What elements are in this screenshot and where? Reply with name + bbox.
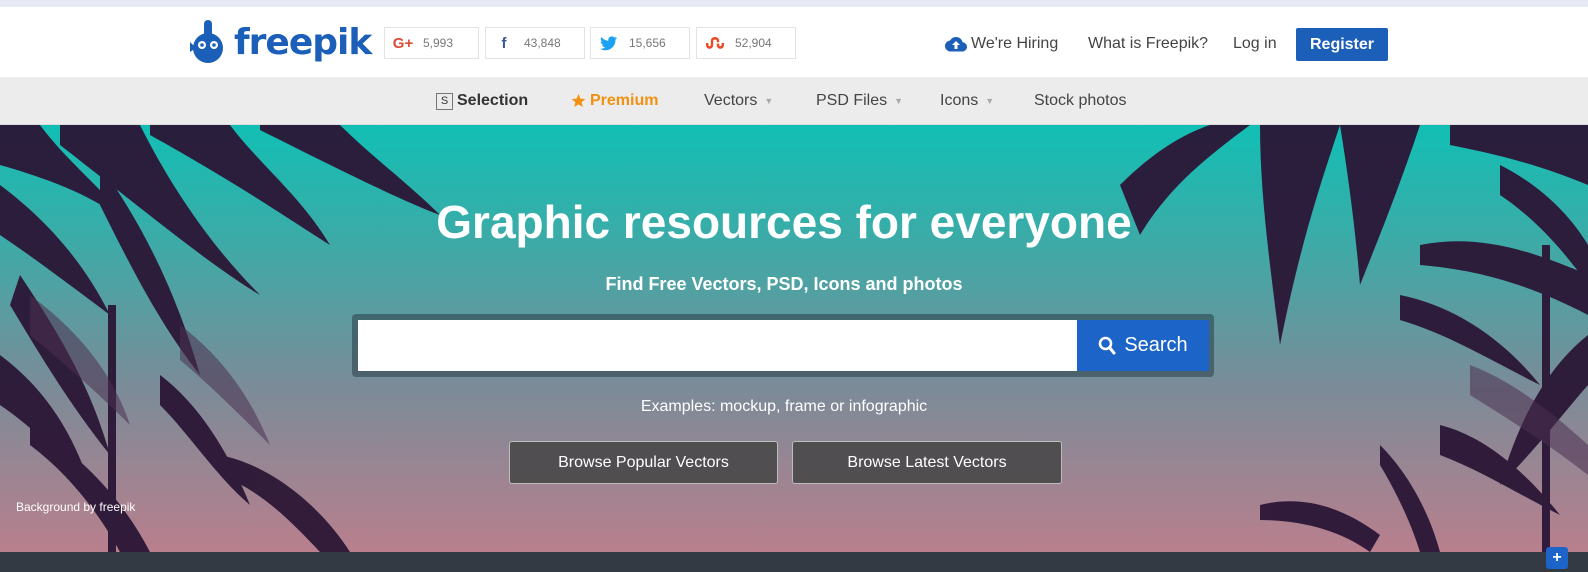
main-nav: S Selection Premium Vectors ▼ PSD Files … (0, 77, 1588, 125)
nav-psd-files[interactable]: PSD Files ▼ (816, 91, 903, 111)
freepik-logo[interactable]: freepik (184, 20, 372, 66)
hiring-label: We're Hiring (971, 35, 1059, 52)
logo-text: freepik (234, 22, 372, 63)
nav-vectors[interactable]: Vectors ▼ (704, 91, 773, 111)
chevron-down-icon: ▼ (764, 96, 774, 106)
share-facebook[interactable]: f 43,848 (485, 27, 585, 59)
what-is-freepik-link[interactable]: What is Freepik? (1088, 33, 1208, 55)
nav-vectors-label: Vectors (704, 92, 758, 109)
chevron-down-icon: ▼ (894, 96, 904, 106)
top-strip (0, 0, 1588, 7)
hero-banner: Graphic resources for everyone Find Free… (0, 125, 1588, 552)
search-input[interactable] (358, 320, 1077, 371)
nav-premium[interactable]: Premium (571, 91, 658, 111)
share-twitter[interactable]: 15,656 (590, 27, 690, 59)
search-button-label: Search (1124, 334, 1188, 356)
google-plus-icon: G+ (392, 34, 414, 52)
chevron-down-icon: ▼ (985, 96, 995, 106)
stumbleupon-count: 52,904 (735, 36, 772, 50)
search-examples: Examples: mockup, frame or infographic (640, 398, 928, 415)
twitter-icon (591, 28, 627, 58)
stumbleupon-icon (697, 28, 733, 58)
footer-bar (0, 552, 1588, 572)
share-stumbleupon[interactable]: 52,904 (696, 27, 796, 59)
nav-psd-label: PSD Files (816, 92, 888, 109)
site-header: freepik G+ 5,993 f 43,848 15,656 52,904 … (0, 7, 1588, 77)
browse-latest-vectors-button[interactable]: Browse Latest Vectors (792, 441, 1062, 484)
hiring-link[interactable]: We're Hiring (945, 33, 1058, 55)
login-link[interactable]: Log in (1233, 33, 1277, 55)
background-credit: Background by freepik (16, 500, 136, 514)
nav-icons-label: Icons (940, 92, 979, 109)
nav-stock-photos[interactable]: Stock photos (1034, 91, 1127, 111)
facebook-count: 43,848 (524, 36, 561, 50)
freepik-logo-icon (184, 20, 232, 66)
cloud-upload-icon (945, 36, 967, 52)
expand-button[interactable]: + (1546, 547, 1568, 569)
nav-icons[interactable]: Icons ▼ (940, 91, 994, 111)
twitter-count: 15,656 (629, 36, 666, 50)
share-google-plus[interactable]: G+ 5,993 (384, 27, 479, 59)
nav-selection[interactable]: S Selection (436, 91, 528, 111)
search-icon (1099, 336, 1116, 354)
nav-premium-label: Premium (590, 92, 659, 109)
hero-subtitle: Find Free Vectors, PSD, Icons and photos (605, 274, 963, 294)
browse-popular-vectors-button[interactable]: Browse Popular Vectors (509, 441, 778, 484)
register-button[interactable]: Register (1296, 28, 1388, 61)
search-bar: Search (352, 314, 1214, 377)
star-icon (571, 94, 586, 108)
nav-selection-label: Selection (457, 92, 529, 109)
selection-icon: S (436, 92, 453, 110)
facebook-icon: f (501, 34, 507, 52)
hero-title: Graphic resources for everyone (436, 196, 1132, 248)
search-button[interactable]: Search (1077, 320, 1209, 371)
google-plus-count: 5,993 (423, 36, 454, 50)
